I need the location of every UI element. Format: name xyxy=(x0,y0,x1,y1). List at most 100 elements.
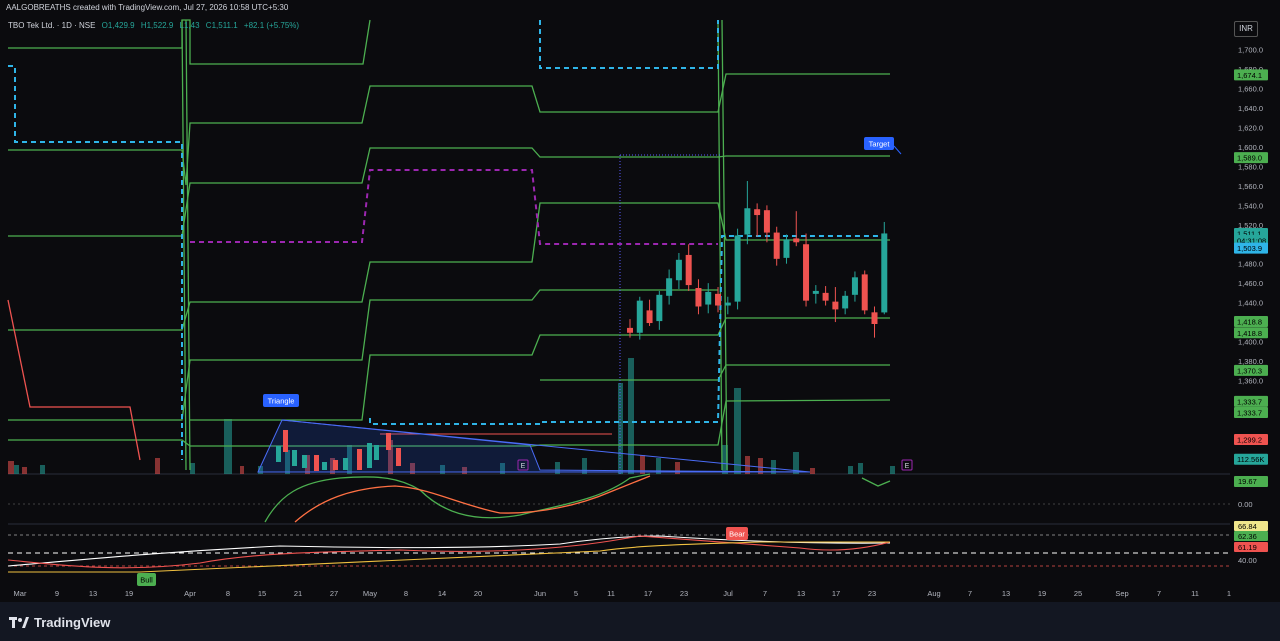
time-tick: 8 xyxy=(226,589,230,598)
time-tick: 17 xyxy=(832,589,840,598)
change-value: +82.1 (+5.75%) xyxy=(243,21,300,30)
candle-body xyxy=(685,254,692,286)
time-tick: 23 xyxy=(680,589,688,598)
volume-bar xyxy=(190,463,195,474)
candle-body xyxy=(803,244,810,301)
price-chart[interactable]: 1,700.01,680.01,660.01,640.01,620.01,600… xyxy=(0,0,1280,641)
time-tick: 21 xyxy=(294,589,302,598)
time-tick: Jul xyxy=(723,589,733,598)
time-tick: May xyxy=(363,589,377,598)
candle-body xyxy=(783,239,790,258)
tradingview-logo[interactable]: TradingView xyxy=(9,615,110,630)
time-tick: 1 xyxy=(1227,589,1231,598)
footer-bar: TradingView xyxy=(0,602,1280,641)
macd-pane xyxy=(264,473,891,523)
purple-dashed-stop xyxy=(190,169,718,245)
time-tick: 14 xyxy=(438,589,446,598)
macd-tick: 0.00 xyxy=(1238,500,1253,509)
volume-bar xyxy=(848,466,853,474)
candle-body xyxy=(812,290,819,294)
time-tick: 13 xyxy=(797,589,805,598)
rsi-tick: 40.00 xyxy=(1238,556,1257,565)
price-tick: 1,460.0 xyxy=(1238,279,1263,288)
volume-bar xyxy=(240,466,244,474)
candle-body xyxy=(851,277,858,295)
time-tick: 17 xyxy=(644,589,652,598)
price-tick: 1,660.0 xyxy=(1238,85,1263,94)
rsi-label: 62.36 xyxy=(1238,532,1257,541)
grid xyxy=(8,473,1230,525)
price-axis: 1,700.01,680.01,660.01,640.01,620.01,600… xyxy=(1234,46,1268,565)
bear-label: Bear xyxy=(729,530,745,539)
red-trail-line xyxy=(7,299,141,461)
price-tick: 1,620.0 xyxy=(1238,124,1263,133)
candle-body xyxy=(646,310,653,324)
candle-body xyxy=(695,288,702,307)
symbol-name[interactable]: TBO Tek Ltd. · 1D · NSE xyxy=(8,21,95,30)
candle-body xyxy=(292,450,297,466)
price-label: 1,674.1 xyxy=(1237,71,1262,80)
band-line xyxy=(8,202,890,331)
band-line xyxy=(540,364,890,381)
price-tick: 1,440.0 xyxy=(1238,299,1263,308)
target-pointer xyxy=(893,145,902,155)
time-tick: Jun xyxy=(534,589,546,598)
candle-body xyxy=(705,291,712,305)
price-label: 1,503.9 xyxy=(1237,244,1262,253)
candle-body xyxy=(871,312,878,325)
chart-canvas[interactable]: 1,700.01,680.01,660.01,640.01,620.01,600… xyxy=(0,0,1280,641)
candle-body xyxy=(724,302,731,306)
time-tick: Mar xyxy=(14,589,27,598)
time-tick: Sep xyxy=(1115,589,1128,598)
volume-bar xyxy=(858,463,863,474)
candle-body xyxy=(754,209,761,216)
triangle-label: Triangle xyxy=(268,397,295,406)
tradingview-icon xyxy=(9,616,29,629)
candle-body xyxy=(744,208,751,235)
candles xyxy=(627,181,888,340)
time-tick: 7 xyxy=(1157,589,1161,598)
macd-line xyxy=(264,473,651,523)
price-label: 1,333.7 xyxy=(1237,409,1262,418)
candle-body xyxy=(734,235,741,302)
price-tick: 1,700.0 xyxy=(1238,46,1263,55)
candle-body xyxy=(396,448,401,466)
currency-selector[interactable]: INR xyxy=(1234,21,1258,37)
volume-bar xyxy=(628,358,634,474)
candle-body xyxy=(666,278,673,296)
time-tick: 15 xyxy=(258,589,266,598)
candle-body xyxy=(881,233,888,313)
candle-body xyxy=(386,433,391,450)
time-tick: 9 xyxy=(55,589,59,598)
price-label: 1,418.8 xyxy=(1237,329,1262,338)
event-marker: E xyxy=(521,463,526,470)
price-label: 1,370.3 xyxy=(1237,366,1262,375)
time-tick: 11 xyxy=(1191,589,1199,598)
rsi-label: 66.84 xyxy=(1238,522,1257,531)
time-tick: Apr xyxy=(184,589,196,598)
time-tick: 19 xyxy=(125,589,133,598)
candle-body xyxy=(842,295,849,309)
blue-dashed-stop xyxy=(539,20,719,69)
price-tick: 1,540.0 xyxy=(1238,201,1263,210)
candle-body xyxy=(283,430,288,452)
time-tick: 11 xyxy=(607,589,615,598)
volume-bar xyxy=(8,461,14,474)
candle-body xyxy=(302,455,307,468)
rsi-label: 61.19 xyxy=(1238,543,1257,552)
low-value: L1,43 xyxy=(179,21,200,30)
candle-body xyxy=(763,210,770,233)
price-label: 1,299.2 xyxy=(1237,436,1262,445)
target-label: Target xyxy=(869,140,891,149)
candle-body xyxy=(675,259,682,281)
price-tick: 1,560.0 xyxy=(1238,182,1263,191)
price-tick: 1,360.0 xyxy=(1238,376,1263,385)
candle-body xyxy=(861,274,868,311)
candle-body xyxy=(314,455,319,471)
volume-bar xyxy=(14,465,19,474)
price-tick: 1,400.0 xyxy=(1238,338,1263,347)
macd-line-recent xyxy=(861,477,891,487)
tradingview-wordmark: TradingView xyxy=(34,615,111,630)
time-tick: 25 xyxy=(1074,589,1082,598)
chart-caption: AALGOBREATHS created with TradingView.co… xyxy=(6,3,289,12)
